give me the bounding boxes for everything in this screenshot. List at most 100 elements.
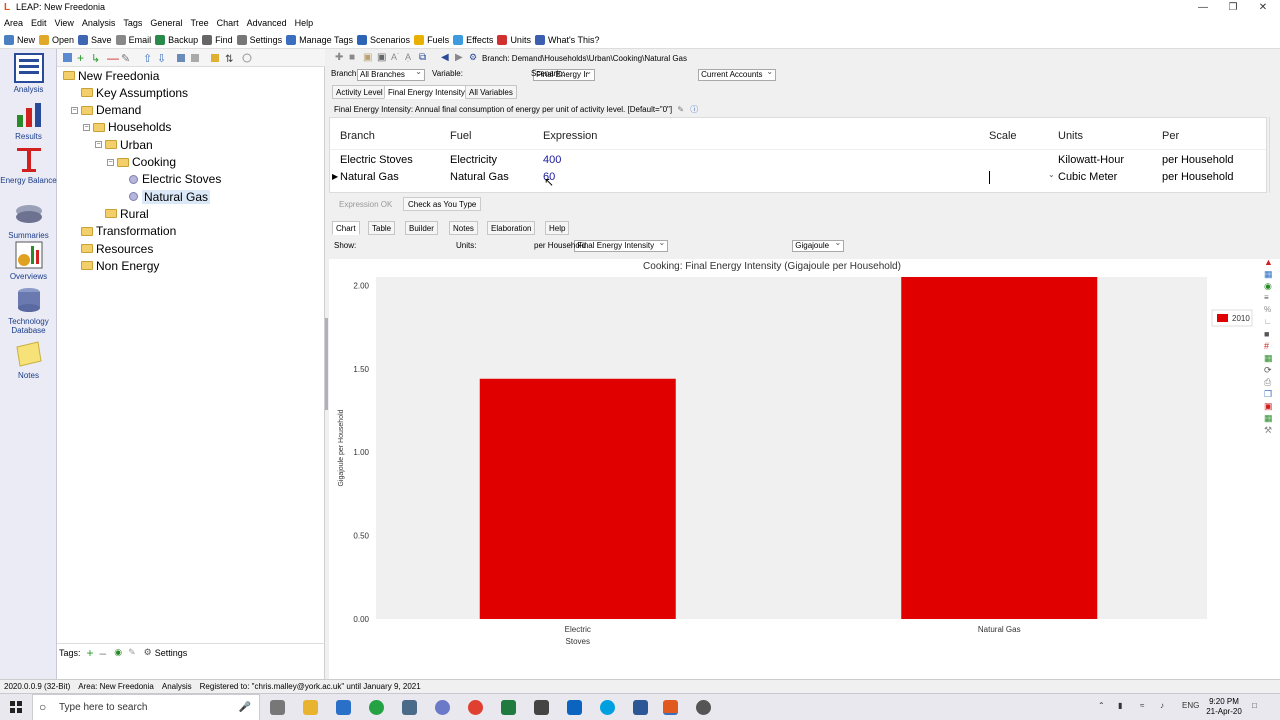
cell-expression[interactable]: 400 xyxy=(543,154,561,166)
units-button[interactable]: Units xyxy=(497,31,531,49)
menu-area[interactable]: Area xyxy=(0,16,27,31)
collapse-toggle-icon[interactable]: − xyxy=(95,141,102,149)
scenario-select[interactable]: Current Accounts xyxy=(698,67,777,81)
whatsapp-icon[interactable] xyxy=(369,700,384,715)
print-icon[interactable]: ⎙ xyxy=(1264,377,1278,389)
col-header-scale[interactable]: Scale xyxy=(989,130,1017,142)
cell-per[interactable]: per Household xyxy=(1162,171,1234,183)
tab-final-energy-intensity[interactable]: Final Energy Intensity xyxy=(384,85,469,99)
mail-icon[interactable] xyxy=(336,700,351,715)
leap-taskbar-icon[interactable] xyxy=(663,700,678,715)
tag-edit-icon[interactable]: ✎ xyxy=(128,647,136,658)
cell-units[interactable]: Kilowatt-Hour xyxy=(1058,154,1124,166)
cell-units[interactable]: Cubic Meter xyxy=(1058,171,1117,183)
tree-node-natural-gas[interactable]: Natural Gas xyxy=(119,188,211,205)
add-tag-icon[interactable]: + xyxy=(87,646,94,660)
tab-builder[interactable]: Builder xyxy=(405,221,438,235)
grid-icon[interactable]: # xyxy=(1264,341,1278,353)
tree-node-new-freedonia[interactable]: New Freedonia xyxy=(63,67,159,84)
menu-analysis[interactable]: Analysis xyxy=(78,16,120,31)
r-icon[interactable] xyxy=(435,700,450,715)
save-button[interactable]: Save xyxy=(78,31,112,49)
tree-node-demand[interactable]: − Demand xyxy=(71,102,141,119)
view-analysis[interactable]: Analysis xyxy=(0,53,57,94)
nav-copy-icon[interactable]: ■ xyxy=(349,52,355,63)
excel-export-icon[interactable]: ▦ xyxy=(1264,353,1278,365)
app-icon[interactable] xyxy=(402,700,417,715)
copy-chart-icon[interactable]: ❐ xyxy=(1264,389,1278,401)
show-select[interactable]: Final Energy Intensity xyxy=(574,238,669,252)
new-button[interactable]: New xyxy=(4,31,35,49)
cell-scale[interactable] xyxy=(989,171,990,184)
tab-notes[interactable]: Notes xyxy=(449,221,478,235)
word-icon[interactable] xyxy=(633,700,648,715)
pane-splitter[interactable] xyxy=(325,318,328,410)
notification-icon[interactable]: □ xyxy=(1252,701,1257,710)
tree-node-households[interactable]: − Households xyxy=(83,119,171,136)
close-button[interactable]: ✕ xyxy=(1248,0,1278,16)
menu-advanced[interactable]: Advanced xyxy=(243,16,291,31)
rotate-icon[interactable]: ⟳ xyxy=(1264,365,1278,377)
collapse-toggle-icon[interactable]: − xyxy=(83,123,90,131)
view-energy-balance[interactable]: Energy Balance xyxy=(0,144,57,185)
axis-icon[interactable]: ∟ xyxy=(1264,317,1278,329)
menu-tree[interactable]: Tree xyxy=(186,16,212,31)
menu-general[interactable]: General xyxy=(146,16,186,31)
tray-chevron-icon[interactable]: ⌃ xyxy=(1098,701,1105,710)
description-edit-icon[interactable]: ✎ xyxy=(677,105,684,114)
back-arrow-icon[interactable]: ◀ xyxy=(441,52,449,63)
tab-chart[interactable]: Chart xyxy=(332,221,360,235)
font-decrease-icon[interactable]: Ạ xyxy=(405,52,411,62)
collapse-toggle-icon[interactable]: − xyxy=(107,158,114,166)
tray-clock[interactable]: 9:20 PM 21-Apr-20 xyxy=(1206,697,1242,717)
menu-help[interactable]: Help xyxy=(291,16,318,31)
col-header-branch[interactable]: Branch xyxy=(340,130,375,142)
taskbar-search[interactable]: ○ Type here to search 🎤 xyxy=(32,694,260,720)
skype-icon[interactable] xyxy=(600,700,615,715)
backup-button[interactable]: Backup xyxy=(155,31,198,49)
tree-node-non-energy[interactable]: Non Energy xyxy=(71,257,159,274)
font-increase-icon[interactable]: A˙ xyxy=(391,52,400,62)
grid-scrollbar[interactable] xyxy=(1269,117,1278,193)
view-results[interactable]: Results xyxy=(0,100,57,141)
microphone-icon[interactable]: 🎤 xyxy=(239,695,251,720)
col-header-expression[interactable]: Expression xyxy=(543,130,597,142)
tree-node-resources[interactable]: Resources xyxy=(71,240,153,257)
tree-node-transformation[interactable]: Transformation xyxy=(71,223,176,240)
tray-volume-icon[interactable]: ♪ xyxy=(1160,701,1164,710)
tray-language[interactable]: ENG xyxy=(1182,701,1199,710)
excel-icon[interactable] xyxy=(501,700,516,715)
units-select[interactable]: Gigajoule xyxy=(792,238,845,252)
task-view-icon[interactable] xyxy=(270,700,285,715)
col-header-per[interactable]: Per xyxy=(1162,130,1179,142)
tree-node-electric-stoves[interactable]: Electric Stoves xyxy=(119,171,221,188)
scenarios-button[interactable]: Scenarios xyxy=(357,31,410,49)
tree-node-rural[interactable]: Rural xyxy=(95,205,149,222)
tree-node-cooking[interactable]: − Cooking xyxy=(107,154,176,171)
save-chart-icon[interactable]: ▦ xyxy=(1264,413,1278,425)
email-button[interactable]: Email xyxy=(115,31,151,49)
view-technology-database[interactable]: Technology Database xyxy=(0,285,57,335)
menu-edit[interactable]: Edit xyxy=(27,16,51,31)
info-icon[interactable]: ⓘ xyxy=(690,105,698,114)
chrome-icon[interactable] xyxy=(468,700,483,715)
tab-all-variables[interactable]: All Variables xyxy=(465,85,517,99)
col-header-fuel[interactable]: Fuel xyxy=(450,130,471,142)
tab-activity-level[interactable]: Activity Level xyxy=(332,85,387,99)
tab-help[interactable]: Help xyxy=(545,221,570,235)
view-summaries[interactable]: Summaries xyxy=(0,199,57,240)
file-explorer-icon[interactable] xyxy=(303,700,318,715)
tree-node-urban[interactable]: − Urban xyxy=(95,136,153,153)
col-header-units[interactable]: Units xyxy=(1058,130,1083,142)
menu-chart[interactable]: Chart xyxy=(213,16,243,31)
effects-button[interactable]: Effects xyxy=(453,31,493,49)
branch-select[interactable]: All Branches xyxy=(357,67,425,81)
check-as-you-type-button[interactable]: Check as You Type xyxy=(403,197,482,211)
nav-link-icon[interactable]: ⧉ xyxy=(419,52,426,63)
chart-type-icon[interactable]: ▲ xyxy=(1264,257,1278,269)
tab-table[interactable]: Table xyxy=(368,221,396,235)
tag-filter-icon[interactable]: ◉ xyxy=(114,647,122,658)
tree-node-key-assumptions[interactable]: Key Assumptions xyxy=(71,84,188,101)
format-icon[interactable]: ≡ xyxy=(1264,293,1278,305)
nav-paste-icon[interactable]: ▣ xyxy=(363,52,372,63)
